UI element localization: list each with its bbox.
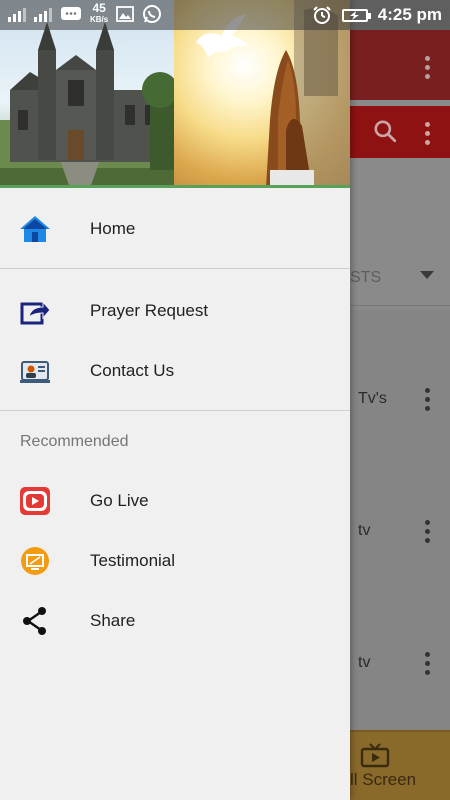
fullscreen-label: ll Screen: [350, 770, 417, 789]
message-icon: [61, 7, 81, 20]
signal-icon: [8, 6, 26, 22]
signal-icon: [34, 6, 52, 22]
item-overflow-icon[interactable]: [424, 388, 430, 411]
list-item-label: Tv's: [358, 390, 387, 407]
channel-list: Tv's tv tv: [350, 310, 450, 730]
list-item-label: tv: [358, 522, 371, 539]
battery-icon: [341, 8, 371, 22]
network-speed: 45 KB/s: [90, 1, 109, 24]
filter-text: STS: [350, 269, 382, 286]
share-icon: [23, 607, 46, 635]
divider: [0, 268, 350, 269]
tv-icon: [21, 547, 49, 575]
dropdown-caret-icon: [420, 271, 434, 279]
drawer-item-testimonial[interactable]: Testimonial: [0, 532, 350, 590]
item-overflow-icon[interactable]: [424, 520, 430, 543]
drawer-item-home[interactable]: Home: [0, 200, 350, 258]
clock: 4:25 pm: [377, 5, 442, 24]
drawer-item-label: Go Live: [90, 491, 149, 510]
overflow-menu-icon[interactable]: [424, 56, 430, 79]
drawer-item-go-live[interactable]: Go Live: [0, 472, 350, 530]
navigation-drawer: Home Prayer Request Contact Us Recommend…: [0, 0, 350, 800]
drawer-item-share[interactable]: Share: [0, 592, 350, 650]
alarm-icon: [313, 6, 331, 24]
home-icon: [20, 216, 50, 242]
fullscreen-button[interactable]: ll Screen: [350, 730, 450, 800]
divider: [0, 410, 350, 411]
drawer-item-label: Testimonial: [90, 551, 176, 570]
search-icon[interactable]: [372, 118, 398, 144]
status-bar: 45 KB/s 4:25 pm: [0, 0, 450, 30]
section-title-recommended: Recommended: [20, 433, 129, 450]
share-arrow-icon: [20, 300, 51, 325]
list-item[interactable]: Tv's: [350, 386, 450, 416]
app-searchbar: [350, 106, 450, 158]
whatsapp-icon: [143, 5, 162, 23]
drawer-item-label: Prayer Request: [90, 301, 209, 320]
list-item-label: tv: [358, 654, 371, 671]
app-toolbar: [350, 30, 450, 100]
youtube-icon: [20, 487, 50, 515]
contact-icon: [20, 361, 50, 383]
drawer-item-prayer-request[interactable]: Prayer Request: [0, 282, 350, 340]
drawer-item-contact-us[interactable]: Contact Us: [0, 342, 350, 400]
list-item[interactable]: tv: [350, 650, 450, 680]
searchbar-overflow-icon[interactable]: [424, 122, 430, 145]
image-icon: [116, 6, 135, 22]
drawer-item-label: Contact Us: [90, 361, 175, 380]
list-item[interactable]: tv: [350, 518, 450, 548]
filter-dropdown[interactable]: STS: [350, 250, 450, 306]
item-overflow-icon[interactable]: [424, 652, 430, 675]
drawer-item-label: Home: [90, 219, 136, 238]
drawer-item-label: Share: [90, 611, 136, 630]
tv-play-icon: [360, 743, 390, 768]
